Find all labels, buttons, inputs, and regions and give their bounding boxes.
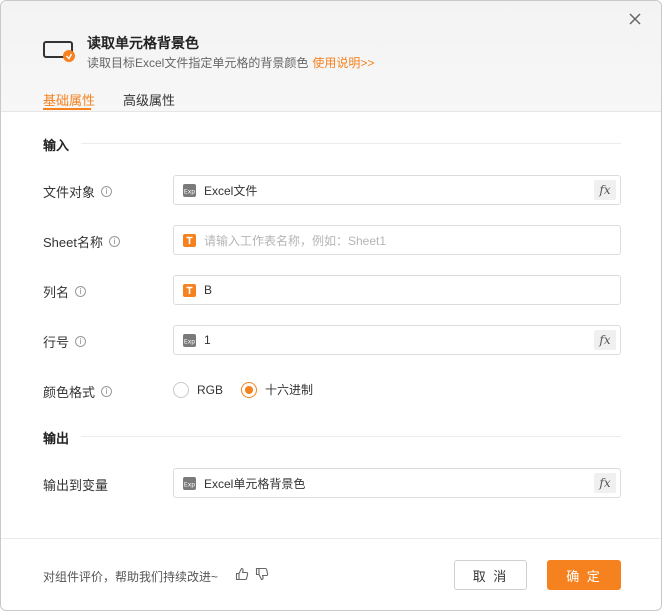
file-object-field[interactable]: Exp Excel文件 fx: [173, 175, 621, 205]
description-text: 读取目标Excel文件指定单元格的背景颜色: [87, 56, 309, 70]
section-output-title: 输出: [43, 431, 70, 446]
radio-rgb[interactable]: RGB: [173, 381, 224, 398]
sheet-name-label-text: Sheet名称: [43, 235, 103, 250]
fx-button[interactable]: fx: [594, 330, 616, 350]
info-icon[interactable]: i: [75, 336, 87, 347]
fx-button[interactable]: fx: [594, 180, 616, 200]
expression-icon: Exp: [182, 333, 197, 348]
sheet-name-field[interactable]: 请输入工作表名称，例如：Sheet1: [173, 225, 621, 255]
radio-hex-circle[interactable]: [241, 381, 258, 398]
radio-hex-label: 十六进制: [265, 383, 314, 397]
file-object-value: Excel文件: [204, 183, 258, 198]
thumbs-up-icon[interactable]: [235, 567, 249, 581]
info-icon[interactable]: i: [75, 286, 87, 297]
help-link[interactable]: 使用说明>>: [312, 56, 374, 70]
cell-background-icon: [43, 41, 75, 62]
dialog-header: 读取单元格背景色 读取目标Excel文件指定单元格的背景颜色 使用说明>> 基础属…: [1, 1, 661, 112]
text-icon: [182, 233, 197, 248]
info-icon[interactable]: i: [101, 386, 113, 397]
dialog-title: 读取单元格背景色: [87, 35, 199, 51]
file-object-label-text: 文件对象: [43, 185, 96, 200]
fx-button[interactable]: fx: [594, 473, 616, 493]
tab-basic-properties[interactable]: 基础属性: [43, 90, 95, 109]
output-var-label: 输出到变量: [43, 475, 108, 494]
thumbs-down-icon[interactable]: [255, 567, 269, 581]
section-input-title: 输入: [43, 138, 70, 153]
sheet-name-label: Sheet名称 i: [43, 232, 120, 251]
active-tab-indicator: [43, 108, 91, 110]
radio-rgb-label: RGB: [197, 382, 224, 397]
text-icon: [182, 283, 197, 298]
info-icon[interactable]: i: [108, 236, 120, 247]
svg-text:Exp: Exp: [184, 188, 195, 195]
cancel-button[interactable]: 取 消: [454, 560, 527, 590]
close-icon[interactable]: [625, 9, 645, 29]
section-divider: [81, 436, 621, 437]
radio-hex[interactable]: 十六进制: [241, 381, 313, 398]
file-object-label: 文件对象 i: [43, 182, 113, 201]
output-var-value: Excel单元格背景色: [204, 476, 306, 491]
color-format-label: 颜色格式 i: [43, 382, 113, 401]
tab-advanced-properties[interactable]: 高级属性: [123, 90, 175, 109]
column-name-field[interactable]: B: [173, 275, 621, 305]
dialog: 读取单元格背景色 读取目标Excel文件指定单元格的背景颜色 使用说明>> 基础属…: [0, 0, 662, 611]
sheet-name-placeholder: 请输入工作表名称，例如：Sheet1: [204, 233, 387, 248]
radio-rgb-circle[interactable]: [173, 381, 189, 398]
column-name-label-text: 列名: [43, 285, 70, 300]
confirm-button[interactable]: 确 定: [547, 560, 621, 590]
column-name-label: 列名 i: [43, 282, 87, 301]
dialog-description: 读取目标Excel文件指定单元格的背景颜色 使用说明>>: [87, 54, 374, 71]
color-format-radio-group: RGB 十六进制: [173, 381, 331, 398]
section-divider: [81, 143, 621, 144]
expression-icon: Exp: [182, 476, 197, 491]
row-number-label: 行号 i: [43, 332, 87, 351]
output-var-label-text: 输出到变量: [43, 478, 109, 493]
output-var-field[interactable]: Exp Excel单元格背景色 fx: [173, 468, 621, 498]
color-format-label-text: 颜色格式: [43, 385, 96, 400]
svg-text:Exp: Exp: [184, 481, 195, 488]
feedback-text: 对组件评价，帮助我们持续改进~: [43, 570, 219, 584]
row-number-field[interactable]: Exp 1 fx: [173, 325, 621, 355]
svg-text:Exp: Exp: [184, 338, 195, 345]
row-number-value: 1: [204, 333, 211, 347]
info-icon[interactable]: i: [101, 186, 113, 197]
footer-divider: [1, 538, 661, 539]
expression-icon: Exp: [182, 183, 197, 198]
column-name-value: B: [204, 283, 213, 297]
row-number-label-text: 行号: [43, 335, 70, 350]
